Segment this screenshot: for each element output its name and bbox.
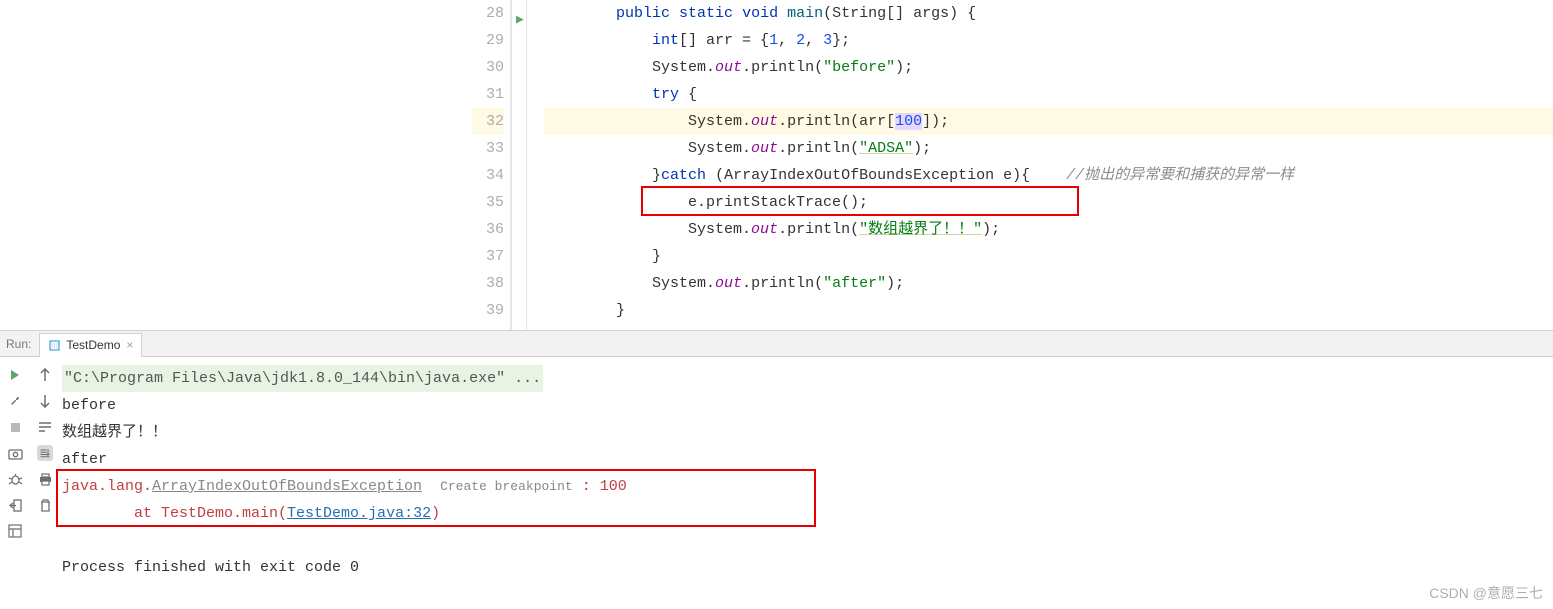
line-num[interactable]: 34	[472, 162, 504, 189]
fold-column[interactable]	[512, 0, 544, 330]
console-line: Process finished with exit code 0	[62, 554, 1551, 581]
line-gutter[interactable]: ▶ 28 29 30 31 32 33 34 35 36 37 38 39	[472, 0, 512, 330]
line-num[interactable]: 28	[472, 0, 504, 27]
code-area[interactable]: public static void main(String[] args) {…	[544, 0, 1553, 330]
code-line[interactable]: System.out.println("after");	[544, 270, 1553, 297]
code-line[interactable]: public static void main(String[] args) {	[544, 0, 1553, 27]
bug-icon[interactable]	[7, 471, 23, 487]
run-header: Run: TestDemo ×	[0, 331, 1553, 357]
line-num[interactable]: 33	[472, 135, 504, 162]
console-line: java.lang.ArrayIndexOutOfBoundsException…	[62, 473, 1551, 500]
wrench-icon[interactable]	[7, 393, 23, 409]
line-num[interactable]: 37	[472, 243, 504, 270]
stacktrace-link[interactable]: TestDemo.java:32	[287, 505, 431, 522]
run-side-actions-left	[0, 357, 30, 609]
code-line[interactable]: }catch (ArrayIndexOutOfBoundsException e…	[544, 162, 1553, 189]
run-label: Run:	[6, 337, 31, 351]
line-num[interactable]: 29	[472, 27, 504, 54]
rerun-icon[interactable]	[7, 367, 23, 383]
console-line: after	[62, 446, 1551, 473]
line-num[interactable]: 35	[472, 189, 504, 216]
console-line: at TestDemo.main(TestDemo.java:32)	[62, 500, 1551, 527]
create-breakpoint-link[interactable]: Create breakpoint	[440, 479, 573, 494]
line-num[interactable]: 32	[472, 108, 504, 135]
run-tab[interactable]: TestDemo ×	[39, 333, 142, 357]
scroll-end-icon[interactable]	[37, 445, 53, 461]
console-output[interactable]: "C:\Program Files\Java\jdk1.8.0_144\bin\…	[60, 357, 1553, 609]
line-num[interactable]: 30	[472, 54, 504, 81]
code-line[interactable]: int[] arr = {1, 2, 3};	[544, 27, 1553, 54]
line-num[interactable]: 39	[472, 297, 504, 324]
stop-icon[interactable]	[7, 419, 23, 435]
console-line: 数组越界了！！	[62, 419, 1551, 446]
code-line[interactable]: e.printStackTrace();	[544, 189, 1553, 216]
up-icon[interactable]	[37, 367, 53, 383]
run-config-icon	[48, 339, 61, 352]
code-editor: ▶ 28 29 30 31 32 33 34 35 36 37 38 39 pu…	[0, 0, 1553, 330]
console-line: "C:\Program Files\Java\jdk1.8.0_144\bin\…	[62, 365, 1551, 392]
print-icon[interactable]	[37, 471, 53, 487]
close-icon[interactable]: ×	[126, 338, 133, 352]
editor-left-margin	[0, 0, 472, 330]
exit-icon[interactable]	[7, 497, 23, 513]
code-line[interactable]: }	[544, 297, 1553, 324]
watermark: CSDN @意愿三七	[1429, 583, 1543, 603]
console-line: before	[62, 392, 1551, 419]
trash-icon[interactable]	[37, 497, 53, 513]
code-line[interactable]: try {	[544, 81, 1553, 108]
code-line[interactable]: System.out.println("before");	[544, 54, 1553, 81]
down-icon[interactable]	[37, 393, 53, 409]
code-line[interactable]: }	[544, 243, 1553, 270]
run-tool-window: Run: TestDemo × "C:\Program	[0, 330, 1553, 609]
code-line[interactable]: System.out.println(arr[100]);	[544, 108, 1553, 135]
run-side-actions-right	[30, 357, 60, 609]
line-num[interactable]: 31	[472, 81, 504, 108]
line-num[interactable]: 38	[472, 270, 504, 297]
run-tab-title: TestDemo	[66, 338, 120, 352]
console-line	[62, 527, 1551, 554]
soft-wrap-icon[interactable]	[37, 419, 53, 435]
code-line[interactable]: System.out.println("ADSA");	[544, 135, 1553, 162]
layout-icon[interactable]	[7, 523, 23, 539]
camera-icon[interactable]	[7, 445, 23, 461]
run-body: "C:\Program Files\Java\jdk1.8.0_144\bin\…	[0, 357, 1553, 609]
code-line[interactable]: System.out.println("数组越界了！！");	[544, 216, 1553, 243]
line-num[interactable]: 36	[472, 216, 504, 243]
